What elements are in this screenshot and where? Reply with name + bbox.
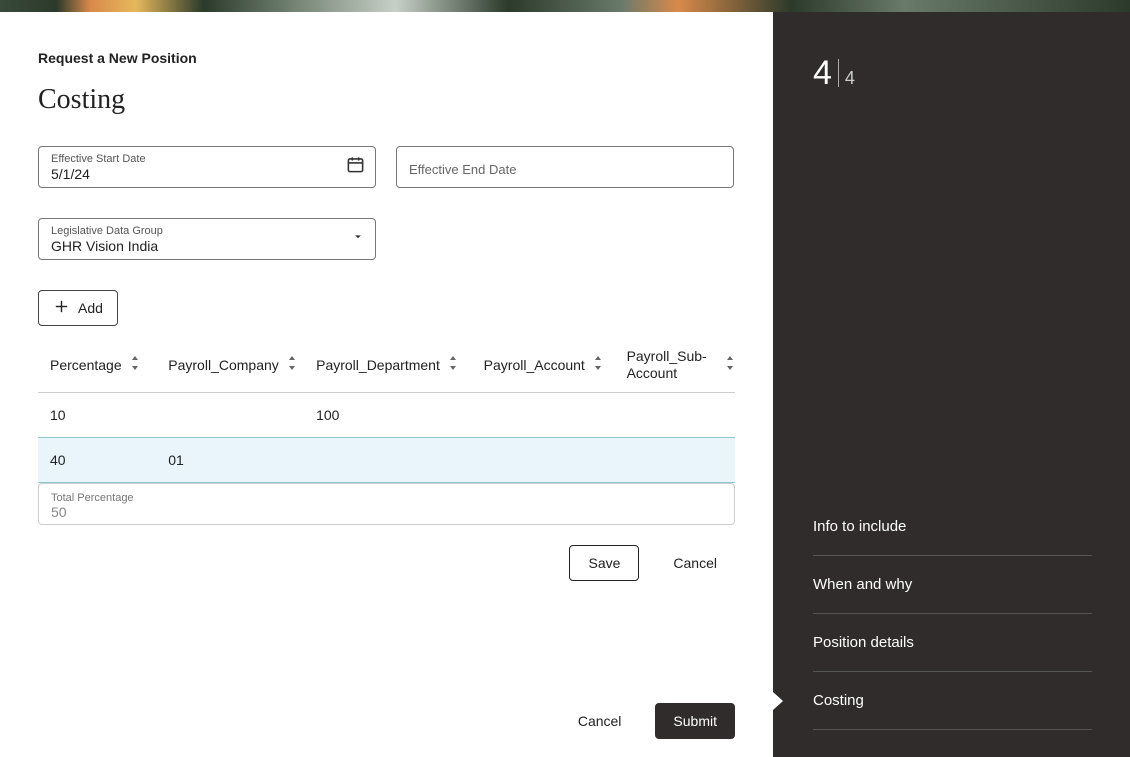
col-company[interactable]: Payroll_Company bbox=[168, 348, 316, 382]
nav-position-details[interactable]: Position details bbox=[813, 614, 1092, 672]
cell-account bbox=[484, 407, 627, 423]
sort-icon bbox=[448, 356, 458, 373]
effective-end-date-label: Effective End Date bbox=[409, 162, 721, 177]
legislative-data-group-field[interactable]: Legislative Data Group GHR Vision India bbox=[38, 218, 376, 260]
col-sub-account-label: Payroll_Sub-Account bbox=[627, 348, 717, 382]
col-company-label: Payroll_Company bbox=[168, 357, 279, 373]
nav-costing[interactable]: Costing bbox=[813, 672, 1092, 730]
effective-end-date-field[interactable]: Effective End Date bbox=[396, 146, 734, 188]
cell-company: 01 bbox=[168, 452, 316, 468]
cell-sub-account bbox=[627, 407, 735, 423]
col-sub-account[interactable]: Payroll_Sub-Account bbox=[627, 348, 735, 382]
table-row[interactable]: 10 100 bbox=[38, 393, 735, 437]
table-header: Percentage Payroll_Company Payroll_Depar… bbox=[38, 340, 735, 393]
add-button[interactable]: Add bbox=[38, 290, 118, 326]
nav-list: Info to include When and why Position de… bbox=[813, 498, 1092, 730]
cell-account bbox=[484, 452, 627, 468]
cell-percentage: 10 bbox=[50, 407, 168, 423]
save-button[interactable]: Save bbox=[569, 545, 639, 581]
chevron-down-icon[interactable] bbox=[351, 230, 365, 249]
sidebar: 4 4 Info to include When and why Positio… bbox=[773, 12, 1130, 757]
submit-button[interactable]: Submit bbox=[655, 703, 735, 739]
decorative-top-bar bbox=[0, 0, 1130, 12]
col-percentage-label: Percentage bbox=[50, 357, 122, 373]
calendar-icon[interactable] bbox=[346, 155, 365, 179]
col-percentage[interactable]: Percentage bbox=[50, 348, 168, 382]
page-cancel-button[interactable]: Cancel bbox=[560, 703, 640, 739]
nav-info-to-include[interactable]: Info to include bbox=[813, 498, 1092, 556]
add-label: Add bbox=[78, 300, 103, 316]
section-cancel-button[interactable]: Cancel bbox=[655, 545, 735, 581]
cell-company bbox=[168, 407, 316, 423]
step-separator bbox=[838, 59, 839, 87]
step-total: 4 bbox=[845, 68, 855, 89]
col-department-label: Payroll_Department bbox=[316, 357, 440, 373]
ldg-value: GHR Vision India bbox=[51, 237, 363, 255]
cell-department: 100 bbox=[316, 407, 484, 423]
effective-start-date-value: 5/1/24 bbox=[51, 165, 363, 183]
sort-icon bbox=[287, 356, 297, 373]
step-counter: 4 4 bbox=[813, 54, 855, 93]
cell-department bbox=[316, 452, 484, 468]
effective-start-date-label: Effective Start Date bbox=[51, 154, 363, 165]
sort-icon bbox=[593, 356, 603, 373]
step-current: 4 bbox=[813, 54, 832, 93]
sort-icon bbox=[130, 356, 140, 373]
table-row[interactable]: 40 01 bbox=[38, 437, 735, 483]
total-value: 50 bbox=[51, 504, 722, 520]
main-content: Request a New Position Costing Effective… bbox=[0, 12, 773, 757]
col-account-label: Payroll_Account bbox=[484, 357, 585, 373]
nav-when-and-why[interactable]: When and why bbox=[813, 556, 1092, 614]
col-account[interactable]: Payroll_Account bbox=[484, 348, 627, 382]
ldg-label: Legislative Data Group bbox=[51, 226, 363, 237]
breadcrumb: Request a New Position bbox=[38, 50, 773, 66]
sort-icon bbox=[725, 356, 735, 374]
total-percentage-field: Total Percentage 50 bbox=[38, 483, 735, 525]
total-label: Total Percentage bbox=[51, 492, 722, 504]
page-title: Costing bbox=[38, 84, 773, 116]
effective-start-date-field[interactable]: Effective Start Date 5/1/24 bbox=[38, 146, 376, 188]
cell-sub-account bbox=[627, 452, 735, 468]
plus-icon bbox=[53, 298, 70, 318]
cell-percentage: 40 bbox=[50, 452, 168, 468]
costing-table: Percentage Payroll_Company Payroll_Depar… bbox=[38, 340, 735, 483]
col-department[interactable]: Payroll_Department bbox=[316, 348, 484, 382]
